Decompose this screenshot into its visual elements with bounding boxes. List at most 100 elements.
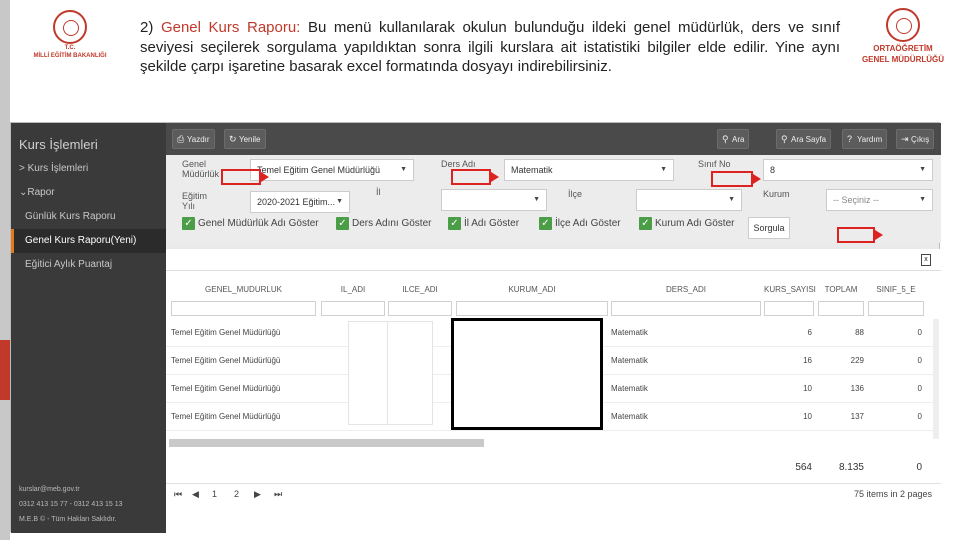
filter-input-il[interactable]: [321, 301, 385, 316]
cell-toplam: 136: [850, 384, 864, 393]
prev-page-icon[interactable]: ◀: [192, 489, 199, 500]
search-button[interactable]: ⚲ Ara: [717, 129, 750, 149]
ogm-logo: ORTAÖĞRETİM GENEL MÜDÜRLÜĞÜ: [858, 8, 948, 72]
toolbar: ⎙ Yazdır ↻ Yenile ⚲ Ara ⚲ Ara Sayfa ? Yardım …: [166, 123, 941, 155]
check-ilce-adi[interactable]: ✓ İlçe Adı Göster: [539, 217, 621, 231]
refresh-icon: ↻: [229, 134, 237, 144]
page-2-link[interactable]: 2: [234, 489, 239, 499]
total-toplam: 8.135: [838, 462, 864, 473]
cell-sinif: 0: [917, 384, 922, 393]
filter-input-sinif[interactable]: [868, 301, 924, 316]
chevron-down-icon: ▼: [336, 198, 343, 205]
refresh-button[interactable]: ↻ Yenile: [224, 129, 266, 149]
search-page-button[interactable]: ⚲ Ara Sayfa: [776, 129, 832, 149]
redacted-kurum-box: [451, 318, 603, 430]
filter-input-kurum[interactable]: [456, 301, 608, 316]
redacted-ilce-column: [387, 321, 433, 425]
logo-right-line1: ORTAÖĞRETİM: [873, 44, 933, 53]
col-header-toplam[interactable]: TOPLAM: [818, 281, 864, 299]
kurum-value: -- Seçiniz --: [833, 195, 880, 205]
col-header-ilce[interactable]: ILCE_ADI: [388, 281, 452, 299]
chevron-down-icon: ▼: [533, 196, 540, 203]
cell-genel: Temel Eğitim Genel Müdürlüğü: [171, 412, 281, 421]
vertical-scrollbar[interactable]: [933, 319, 939, 439]
page-1-link[interactable]: 1: [212, 489, 217, 499]
red-arrow-annotation: [451, 169, 499, 185]
horizontal-scrollbar[interactable]: [169, 439, 484, 447]
left-accent: [0, 340, 10, 400]
col-header-ders[interactable]: DERS_ADI: [611, 281, 761, 299]
sidebar-item-genel-rapor[interactable]: Genel Kurs Raporu(Yeni): [11, 229, 166, 253]
filter-input-kurs[interactable]: [764, 301, 814, 316]
total-sinif: 0: [916, 462, 922, 473]
egitim-yili-value: 2020-2021 Eğitim...: [257, 197, 336, 207]
sinif-no-value: 8: [770, 165, 776, 175]
check-genel-mudurluk[interactable]: ✓ Genel Müdürlük Adı Göster: [182, 217, 319, 231]
cell-kurs: 6: [807, 328, 812, 337]
app-window: Kurs İşlemleri > Kurs İşlemleri ⌄Rapor G…: [10, 122, 941, 533]
excel-export-icon[interactable]: x: [921, 254, 931, 266]
filter-input-ilce[interactable]: [388, 301, 452, 316]
sidebar-item-gunluk-rapor[interactable]: Günlük Kurs Raporu: [11, 205, 166, 229]
first-page-icon[interactable]: ⏮: [174, 489, 182, 500]
cell-ders: Matematik: [611, 412, 648, 421]
help-button[interactable]: ? Yardım: [842, 129, 888, 149]
ders-adi-label: Ders Adı: [441, 159, 476, 169]
search-page-icon: ⚲: [781, 134, 788, 144]
ders-adi-value: Matematik: [511, 165, 553, 175]
check-kurum-adi[interactable]: ✓ Kurum Adı Göster: [639, 217, 734, 231]
check-ders-adi-label: Ders Adını Göster: [352, 218, 432, 230]
sidebar-item-kurs-islemleri[interactable]: > Kurs İşlemleri: [11, 157, 166, 181]
sidebar-item-rapor[interactable]: ⌄Rapor: [11, 181, 166, 205]
filter-input-ders[interactable]: [611, 301, 761, 316]
il-select[interactable]: ▼: [441, 189, 547, 211]
ilce-select[interactable]: ▼: [636, 189, 742, 211]
kurum-select[interactable]: -- Seçiniz -- ▼: [826, 189, 933, 211]
check-genel-mudurluk-label: Genel Müdürlük Adı Göster: [198, 218, 319, 230]
footer-email[interactable]: kurslar@meb.gov.tr: [19, 482, 123, 497]
check-ders-adi[interactable]: ✓ Ders Adını Göster: [336, 217, 431, 231]
cell-toplam: 137: [850, 412, 864, 421]
cell-kurs: 10: [803, 384, 812, 393]
totals-row: 564 8.135 0: [166, 459, 933, 479]
col-header-kurs[interactable]: KURS_SAYISI: [764, 281, 816, 299]
cell-ders: Matematik: [611, 384, 648, 393]
slide: T.C. MİLLİ EĞİTİM BAKANLIĞI ORTAÖĞRETİM …: [0, 0, 960, 540]
checkbox-checked-icon: ✓: [639, 217, 652, 230]
chevron-down-icon: ▼: [660, 166, 667, 173]
col-header-il[interactable]: IL_ADI: [321, 281, 385, 299]
last-page-icon[interactable]: ⏭: [274, 489, 282, 500]
egitim-yili-select[interactable]: 2020-2021 Eğitim... ▼: [250, 191, 350, 213]
print-button[interactable]: ⎙ Yazdır: [172, 129, 215, 149]
query-button[interactable]: Sorgula: [748, 217, 790, 239]
results-grid: x GENEL_MUDURLUK IL_ADI ILCE_ADI KURUM_A…: [166, 249, 941, 533]
next-page-icon[interactable]: ▶: [254, 489, 261, 500]
ders-adi-select[interactable]: Matematik ▼: [504, 159, 674, 181]
kurum-label: Kurum: [763, 189, 790, 199]
col-header-genel[interactable]: GENEL_MUDURLUK: [171, 281, 316, 299]
genel-mudurluk-select[interactable]: Temel Eğitim Genel Müdürlüğü ▼: [250, 159, 414, 181]
checkbox-checked-icon: ✓: [336, 217, 349, 230]
filter-input-toplam[interactable]: [818, 301, 864, 316]
refresh-label: Yenile: [239, 135, 261, 144]
sidebar-item-puantaj[interactable]: Eğitici Aylık Puantaj: [11, 253, 166, 277]
exit-label: Çıkış: [911, 135, 930, 144]
chevron-down-icon: ▼: [919, 196, 926, 203]
cell-genel: Temel Eğitim Genel Müdürlüğü: [171, 356, 281, 365]
col-header-kurum[interactable]: KURUM_ADI: [456, 281, 608, 299]
cell-genel: Temel Eğitim Genel Müdürlüğü: [171, 328, 281, 337]
checkbox-checked-icon: ✓: [539, 217, 552, 230]
sinif-no-select[interactable]: 8 ▼: [763, 159, 933, 181]
check-ilce-adi-label: İlçe Adı Göster: [555, 218, 621, 230]
red-arrow-annotation: [221, 169, 269, 185]
chevron-down-icon: ▼: [400, 166, 407, 173]
cell-toplam: 229: [850, 356, 864, 365]
check-il-adi[interactable]: ✓ İl Adı Göster: [448, 217, 519, 231]
filter-input-genel[interactable]: [171, 301, 316, 316]
sidebar-footer: kurslar@meb.gov.tr 0312 413 15 77 - 0312…: [19, 482, 123, 527]
col-header-sinif[interactable]: SINIF_5_E: [868, 281, 924, 299]
exit-button[interactable]: ⇥ Çıkış: [896, 129, 935, 149]
cell-sinif: 0: [917, 328, 922, 337]
search-icon: ⚲: [722, 134, 729, 144]
grid-toolbar: x: [166, 249, 941, 271]
